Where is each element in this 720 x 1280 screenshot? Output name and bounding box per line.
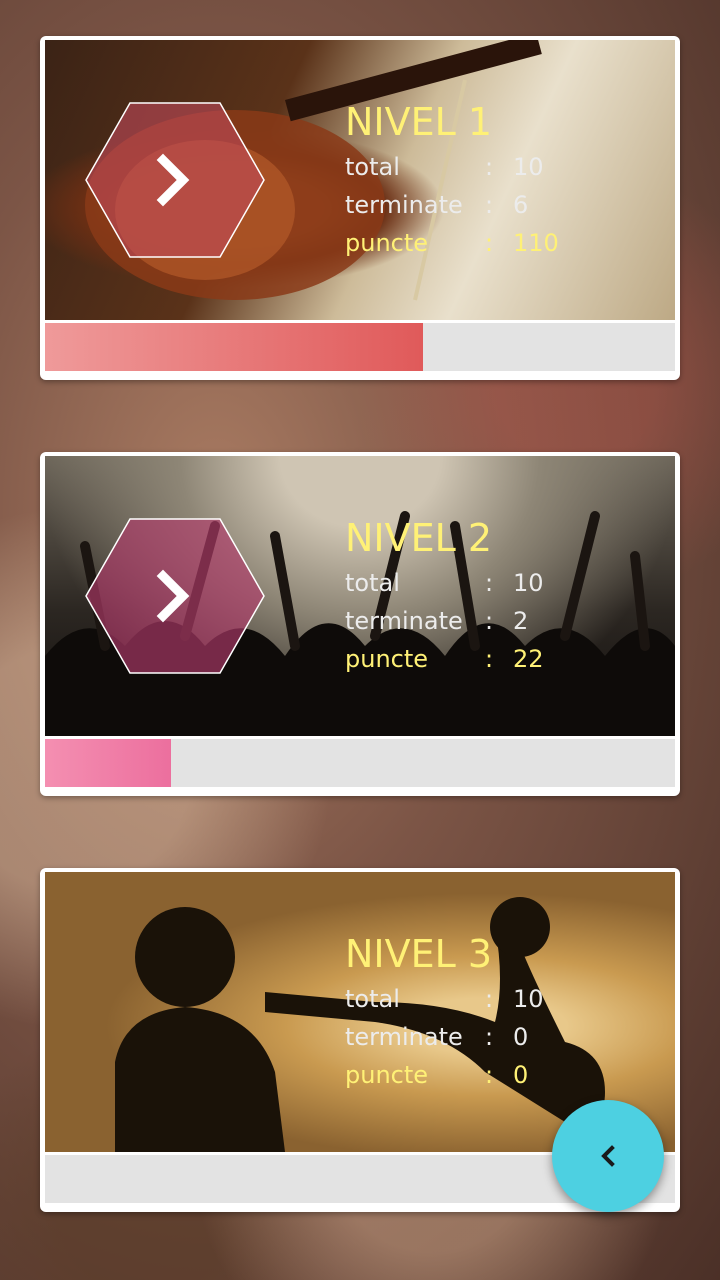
back-fab-button[interactable]	[552, 1100, 664, 1212]
points-label: puncte	[345, 1061, 429, 1089]
level-2-info: NIVEL 2 total:10 terminate:2 puncte:22	[345, 516, 645, 678]
done-label: terminate	[345, 1023, 463, 1051]
level-3-info: NIVEL 3 total:10 terminate:0 puncte:0	[345, 932, 645, 1094]
level-card-2[interactable]: NIVEL 2 total:10 terminate:2 puncte:22	[40, 452, 680, 796]
separator: :	[485, 1023, 494, 1051]
level-1-progress-bar	[45, 323, 675, 371]
level-1-info: NIVEL 1 total:10 terminate:6 puncte:110	[345, 100, 645, 262]
total-value: 10	[513, 569, 544, 597]
separator: :	[485, 569, 494, 597]
level-2-image: NIVEL 2 total:10 terminate:2 puncte:22	[45, 456, 675, 736]
level-title: NIVEL 3	[345, 932, 493, 976]
points-value: 0	[513, 1061, 529, 1089]
level-title: NIVEL 2	[345, 516, 493, 560]
total-label: total	[345, 153, 400, 181]
level-1-image: NIVEL 1 total:10 terminate:6 puncte:110	[45, 40, 675, 320]
total-label: total	[345, 985, 400, 1013]
points-label: puncte	[345, 645, 429, 673]
separator: :	[485, 607, 494, 635]
separator: :	[485, 191, 494, 219]
level-2-progress-bar	[45, 739, 675, 787]
progress-fill	[45, 739, 171, 787]
done-value: 0	[513, 1023, 529, 1051]
separator: :	[485, 229, 494, 257]
level-card-1[interactable]: NIVEL 1 total:10 terminate:6 puncte:110	[40, 36, 680, 380]
progress-fill	[45, 323, 423, 371]
done-value: 2	[513, 607, 529, 635]
separator: :	[485, 153, 494, 181]
total-value: 10	[513, 985, 544, 1013]
done-label: terminate	[345, 607, 463, 635]
points-value: 22	[513, 645, 544, 673]
total-label: total	[345, 569, 400, 597]
total-value: 10	[513, 153, 544, 181]
separator: :	[485, 645, 494, 673]
points-value: 110	[513, 229, 559, 257]
level-title: NIVEL 1	[345, 100, 493, 144]
done-label: terminate	[345, 191, 463, 219]
separator: :	[485, 1061, 494, 1089]
done-value: 6	[513, 191, 529, 219]
points-label: puncte	[345, 229, 429, 257]
play-level-1-button[interactable]	[85, 102, 265, 258]
chevron-left-icon	[601, 1145, 615, 1167]
separator: :	[485, 985, 494, 1013]
play-level-2-button[interactable]	[85, 518, 265, 674]
